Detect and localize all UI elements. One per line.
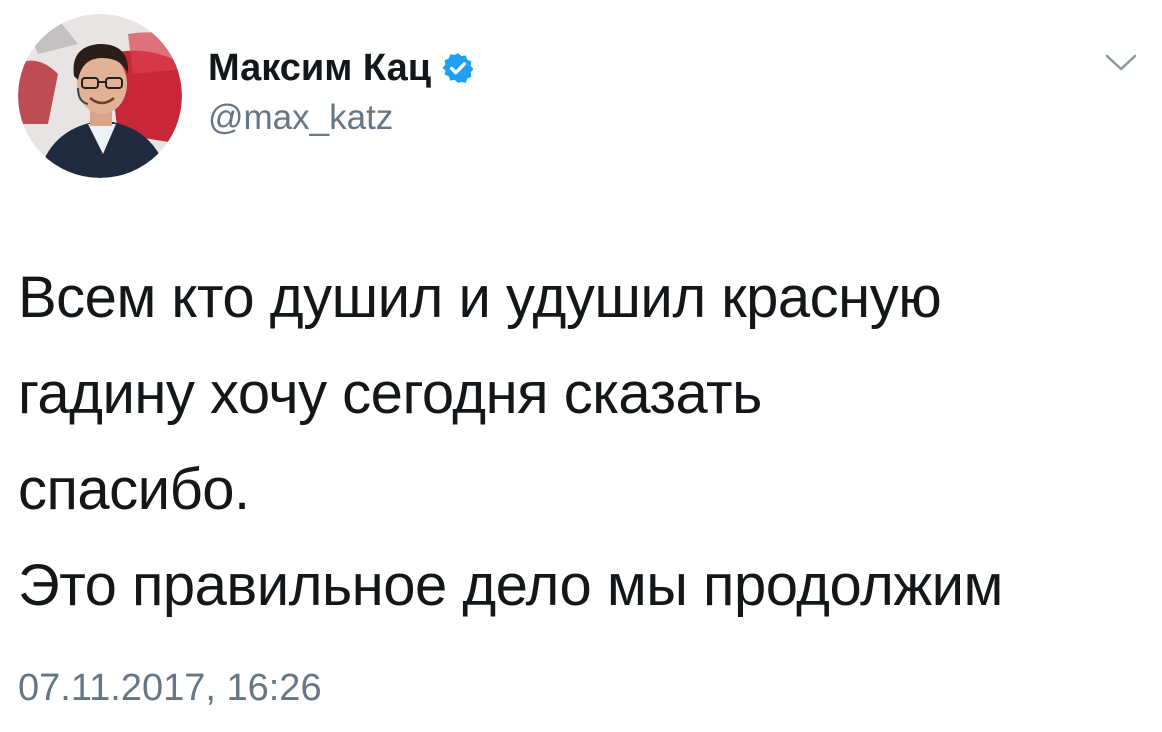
tweet-card: Максим Кац @max_katz Всем кто душил и уд… <box>0 0 1162 732</box>
tweet-text: Всем кто душил и удушил красную гадину х… <box>18 250 1148 634</box>
tweet-text-line: Это правильное дело мы продолжим <box>18 553 1003 618</box>
chevron-down-icon[interactable] <box>1104 52 1138 74</box>
avatar[interactable] <box>18 14 182 178</box>
tweet-text-line: гадину хочу сегодня сказать <box>18 361 762 426</box>
avatar-image <box>18 14 182 178</box>
tweet-header: Максим Кац @max_katz <box>18 14 1158 178</box>
tweet-text-line: спасибо. <box>18 457 250 522</box>
author-handle[interactable]: @max_katz <box>208 98 393 138</box>
verified-badge-icon <box>442 53 474 83</box>
author-display-name[interactable]: Максим Кац <box>208 46 431 90</box>
tweet-text-line: Всем кто душил и удушил красную <box>18 265 942 330</box>
tweet-timestamp[interactable]: 07.11.2017, 16:26 <box>18 666 322 710</box>
author-name-row[interactable]: Максим Кац <box>208 46 475 90</box>
